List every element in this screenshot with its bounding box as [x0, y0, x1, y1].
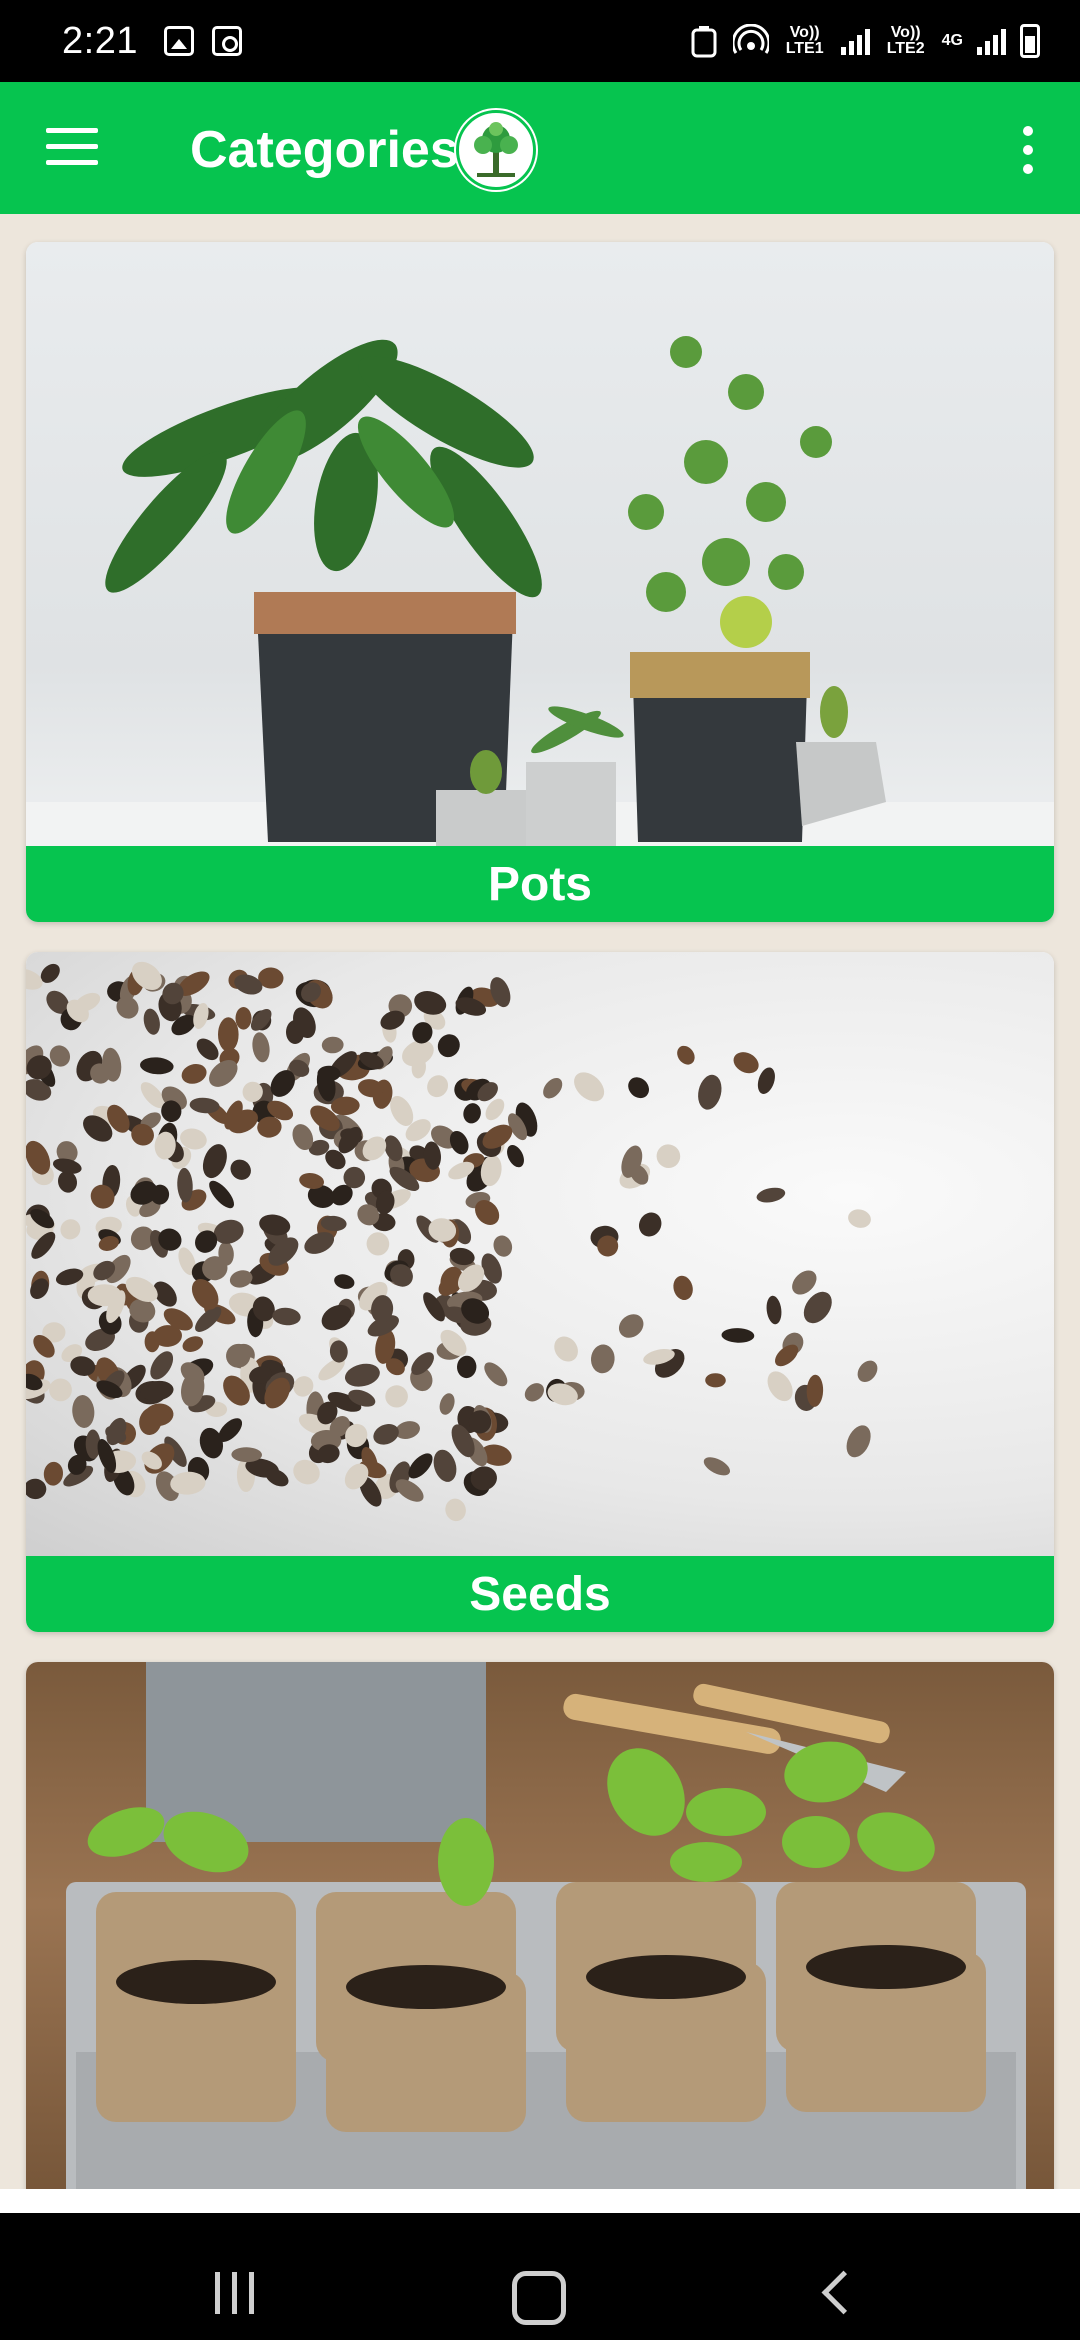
status-left-icons	[163, 26, 242, 56]
status-bar: 2:21 Vo)) LTE1 Vo)) LTE2 4G	[0, 0, 1080, 82]
network-type: 4G	[941, 32, 963, 49]
more-vertical-icon[interactable]	[1018, 126, 1038, 174]
screen: 2:21 Vo)) LTE1 Vo)) LTE2 4G Categories P…	[0, 0, 1080, 2340]
seeds-photo	[26, 952, 1054, 1556]
status-time: 2:21	[62, 19, 138, 62]
navigation-bar	[0, 2189, 1080, 2340]
back-button[interactable]	[798, 2253, 878, 2333]
category-card-seedlings[interactable]	[26, 1662, 1054, 2189]
category-label: Pots	[26, 846, 1054, 922]
sim1-signal-icon	[840, 27, 870, 55]
sim2-signal-icon	[977, 27, 1006, 55]
sim2-label: Vo)) LTE2	[886, 24, 925, 57]
hotspot-icon	[732, 24, 769, 54]
seedlings-in-peat-pots-photo	[26, 1662, 1054, 2189]
app-logo-icon	[456, 110, 536, 190]
data-saver-icon	[691, 26, 717, 58]
potted-plants-photo	[26, 242, 1054, 846]
clock-notification-icon	[211, 26, 242, 56]
app-bar: Categories	[0, 82, 1080, 214]
category-label: Seeds	[26, 1556, 1054, 1632]
page-title: Categories	[190, 121, 459, 179]
recents-button[interactable]	[194, 2253, 274, 2333]
category-list: Pots Seeds	[0, 214, 1080, 2189]
home-button[interactable]	[496, 2253, 576, 2333]
category-card-seeds[interactable]: Seeds	[26, 952, 1054, 1632]
hamburger-menu-icon[interactable]	[46, 128, 98, 166]
battery-icon	[1020, 24, 1040, 58]
status-right-icons: Vo)) LTE1 Vo)) LTE2 4G	[689, 24, 1040, 58]
category-card-pots[interactable]: Pots	[26, 242, 1054, 922]
gallery-icon	[163, 26, 194, 56]
sim1-label: Vo)) LTE1	[785, 24, 824, 57]
